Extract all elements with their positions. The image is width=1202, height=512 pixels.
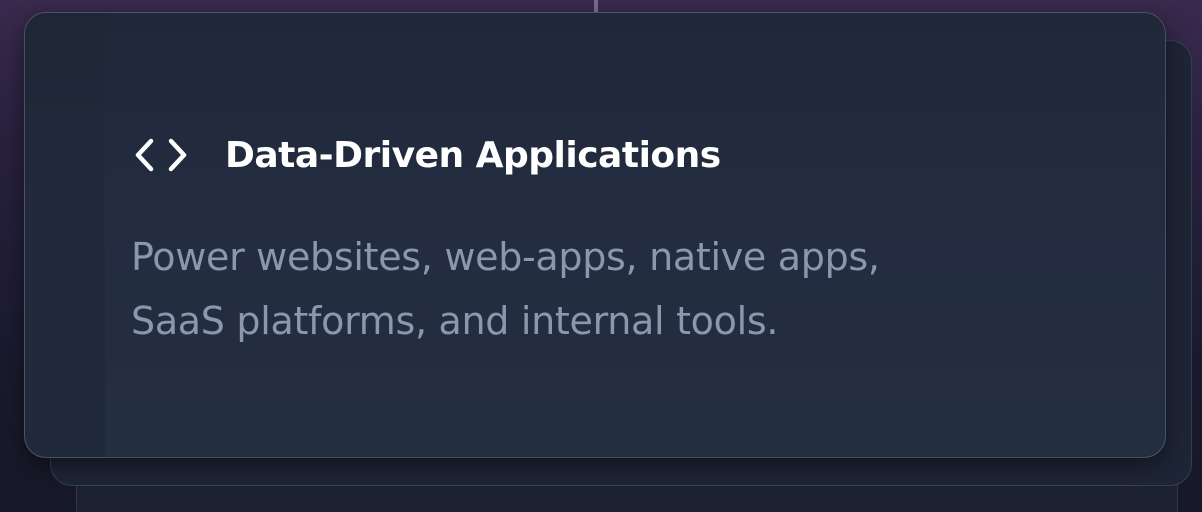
card-description: Power websites, web-apps, native apps, S… <box>131 225 1031 353</box>
code-brackets-icon <box>133 137 189 173</box>
card-description-line: Power websites, web-apps, native apps, <box>131 235 880 279</box>
card-description-line: SaaS platforms, and internal tools. <box>131 299 779 343</box>
card-edge-shade <box>25 13 105 457</box>
card-header: Data-Driven Applications <box>133 133 721 177</box>
feature-card[interactable]: Data-Driven Applications Power websites,… <box>24 12 1166 458</box>
card-title: Data-Driven Applications <box>225 134 721 176</box>
